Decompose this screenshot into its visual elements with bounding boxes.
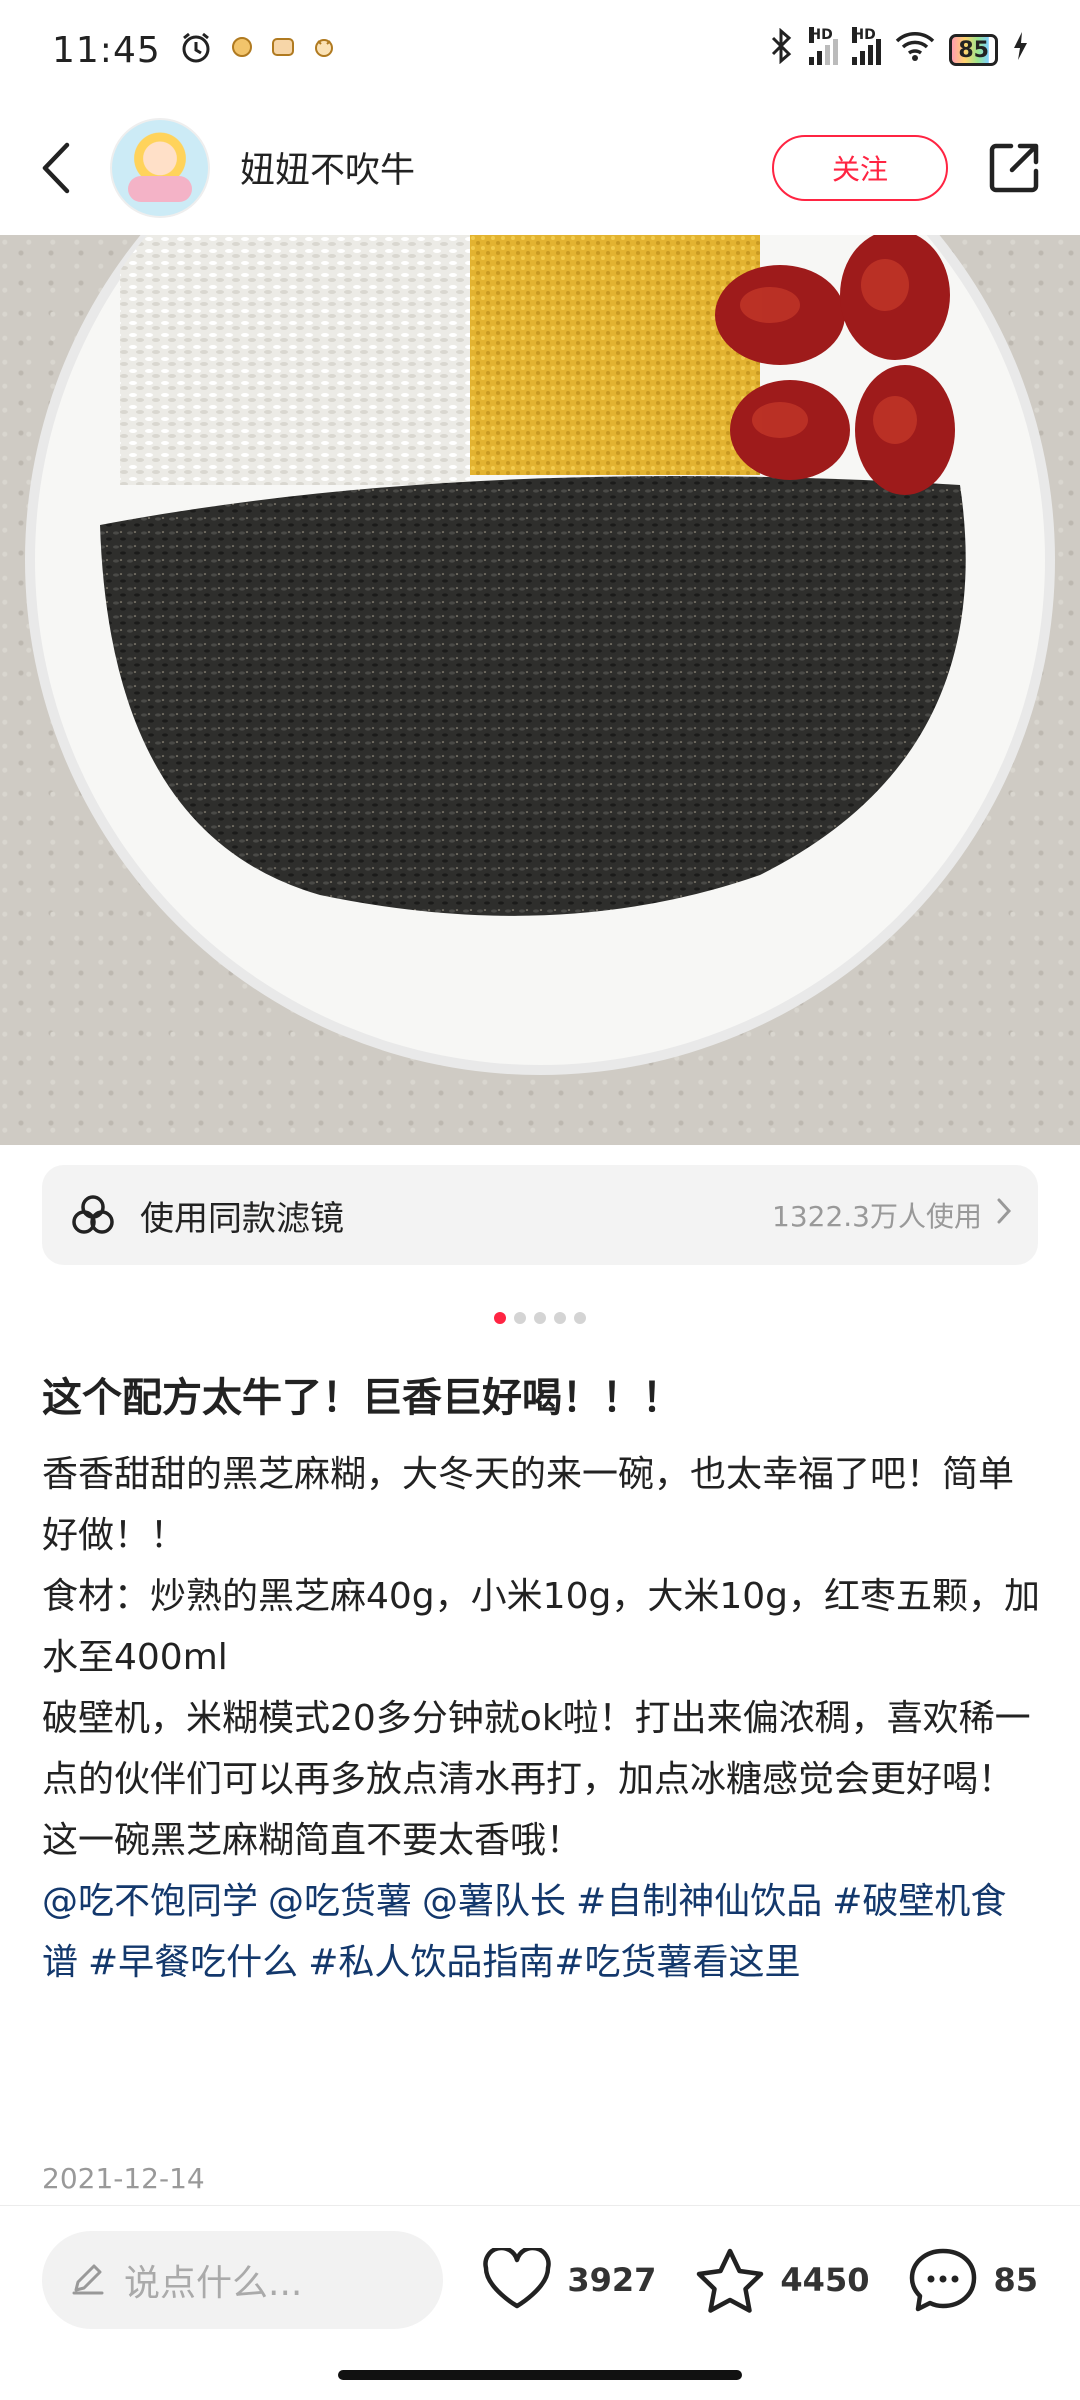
post-paragraph: 香香甜甜的黑芝麻糊，大冬天的来一碗，也太幸福了吧！简单好做！！	[42, 1454, 1015, 1556]
post-paragraph: 食材：炒熟的黑芝麻40g，小米10g，大米10g，红枣五颗，加水至400ml	[42, 1576, 1040, 1678]
pager-dot	[514, 1312, 526, 1324]
pencil-icon	[70, 2260, 106, 2300]
mention-link[interactable]: @薯队长	[422, 1881, 566, 1922]
filter-usage-count: 1322.3万人使用	[772, 1200, 982, 1233]
pager-dot-active	[494, 1312, 506, 1324]
heart-icon	[483, 2248, 552, 2309]
pager-dot	[574, 1312, 586, 1324]
notification-icon	[271, 35, 295, 65]
mention-link[interactable]: @吃货薯	[268, 1881, 412, 1922]
post-paragraph: 破壁机，米糊模式20多分钟就ok啦！打出来偏浓稠，喜欢稀一点的伙伴们可以再多放点…	[42, 1698, 1031, 1800]
post-image[interactable]	[0, 235, 1080, 1145]
comment-input[interactable]: 说点什么...	[42, 2231, 444, 2329]
comment-button[interactable]: 85	[907, 2246, 1038, 2314]
filter-icon	[68, 1190, 118, 1240]
signal-icon: HD	[852, 27, 882, 65]
hashtag-link[interactable]: #自制神仙饮品	[576, 1881, 822, 1922]
post-title: 这个配方太牛了！巨香巨好喝！！！	[42, 1375, 682, 1421]
share-button[interactable]	[984, 138, 1044, 198]
back-button[interactable]	[36, 138, 76, 198]
author-avatar[interactable]	[110, 117, 210, 218]
hashtag-link[interactable]: #早餐吃什么	[88, 1942, 298, 1983]
status-time: 11:45	[52, 29, 161, 71]
share-icon	[989, 143, 1039, 192]
favorite-count: 4450	[780, 2261, 870, 2299]
status-bar: 11:45 HD HD 85	[0, 0, 1080, 100]
charging-icon	[1012, 31, 1028, 69]
status-left: 11:45	[52, 30, 335, 71]
same-filter-bar[interactable]: 使用同款滤镜 1322.3万人使用	[42, 1165, 1038, 1265]
follow-button[interactable]: 关注	[772, 134, 948, 201]
author-name[interactable]: 妞妞不吹牛	[240, 142, 415, 193]
hashtag-link[interactable]: #吃货薯看这里	[554, 1942, 800, 1983]
signal-icon: HD	[809, 27, 839, 65]
star-icon	[697, 2248, 764, 2313]
chevron-right-icon	[996, 1197, 1012, 1233]
comment-bubble-icon	[910, 2248, 977, 2312]
bottom-action-bar: 说点什么... 3927 4450 85	[0, 2210, 1080, 2350]
post-date: 2021-12-14	[42, 2162, 205, 2195]
pager-dot	[554, 1312, 566, 1324]
post-paragraph: 这一碗黑芝麻糊简直不要太香哦！	[42, 1820, 583, 1861]
favorite-button[interactable]: 4450	[694, 2246, 869, 2314]
status-right: HD HD 85	[767, 27, 1028, 72]
pager-dot	[534, 1312, 546, 1324]
wifi-icon	[895, 30, 935, 70]
home-indicator[interactable]	[338, 2370, 742, 2380]
post-header: 妞妞不吹牛 关注	[0, 100, 1080, 235]
alarm-icon	[179, 31, 213, 69]
hd-label: HD	[809, 27, 833, 43]
hashtag-link[interactable]: #私人饮品指南	[308, 1942, 554, 1983]
post-body: 香香甜甜的黑芝麻糊，大冬天的来一碗，也太幸福了吧！简单好做！！ 食材：炒熟的黑芝…	[42, 1444, 1042, 1993]
filter-label: 使用同款滤镜	[140, 1198, 344, 1239]
comment-count: 85	[993, 2261, 1038, 2299]
battery-indicator: 85	[949, 34, 998, 66]
like-count: 3927	[567, 2261, 657, 2299]
like-button[interactable]: 3927	[481, 2248, 656, 2312]
food-photo	[25, 235, 1055, 1075]
notification-icon	[231, 35, 253, 65]
back-arrow-icon	[42, 142, 70, 193]
hd-label: HD	[852, 27, 876, 43]
notification-icon	[313, 35, 335, 65]
image-pager	[0, 1312, 1080, 1324]
post-tags: @吃不饱同学 @吃货薯 @薯队长 #自制神仙饮品 #破壁机食谱 #早餐吃什么 #私人饮品指南…	[42, 1871, 1042, 1993]
divider	[0, 2205, 1080, 2206]
mention-link[interactable]: @吃不饱同学	[42, 1881, 258, 1922]
comment-placeholder: 说点什么...	[124, 2263, 303, 2304]
bluetooth-icon	[767, 27, 795, 72]
